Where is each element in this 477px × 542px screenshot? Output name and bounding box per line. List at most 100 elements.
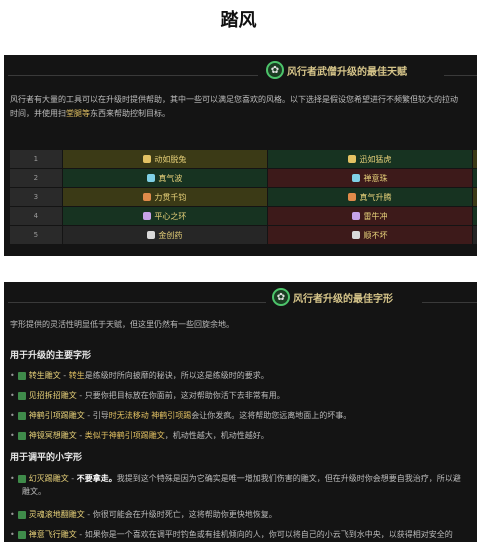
- talent-cell[interactable]: 迅如猛虎: [267, 150, 473, 168]
- talent-table: 1 动如脱兔 迅如猛虎 2 真气波 禅意珠 3 力贯千钧 真气升腾 4 平心之环 雷牛冲 5 金创药 顺不坏: [10, 150, 477, 245]
- talents-section-header: ✿ 风行者武僧升级的最佳天赋: [4, 55, 477, 85]
- talent-cell[interactable]: 真气升腾: [267, 188, 473, 206]
- glyph-desc: 我提到这个特殊是因为它确实是唯一增加我们伤害的雕文，但在升级时你会想要自我治疗，…: [116, 474, 461, 483]
- talent-cell-cutoff: [473, 207, 477, 225]
- header-divider-right: [444, 75, 477, 76]
- talent-name: 顺不坏: [363, 230, 388, 240]
- talent-cell-cutoff: [473, 150, 477, 168]
- talent-tier-number: 2: [10, 169, 62, 187]
- talent-icon: [348, 155, 357, 163]
- glyph-desc-highlight[interactable]: 时无法移动 神鹤引项踢: [109, 411, 192, 420]
- talent-name: 金创药: [158, 230, 183, 240]
- talent-name: 真气升腾: [359, 192, 392, 202]
- talent-cell[interactable]: 雷牛冲: [267, 207, 473, 225]
- talent-cell[interactable]: 金创药: [62, 226, 267, 244]
- glyph-icon: [17, 510, 26, 519]
- major-glyphs-heading: 用于升级的主要字形: [10, 351, 92, 361]
- talents-panel: ✿ 风行者武僧升级的最佳天赋 风行者有大量的工具可以在升级时提供帮助，其中一些可…: [4, 55, 477, 256]
- glyph-text: 神镜冥想雕文 - 类似于神鹤引项踢雕文，机动性越大，机动性越好。: [29, 430, 269, 441]
- talent-tier-number: 4: [10, 207, 62, 225]
- glyph-name[interactable]: 禅意飞行雕文: [29, 530, 77, 539]
- major-glyph-item: • 转生雕文 - 转生是练级时所向披靡的秘诀，所以这是练级时的要求。: [10, 370, 269, 381]
- talent-tier-number: 1: [10, 150, 62, 168]
- glyph-text: 见招拆招雕文 - 只要你把目标放在你面前，这对帮助你活下去非常有用。: [29, 390, 285, 401]
- talent-icon: [352, 174, 361, 182]
- talent-name: 力贯千钧: [154, 192, 187, 202]
- glyph-icon: [17, 391, 26, 400]
- minor-glyphs-heading: 用于调平的小字形: [10, 453, 83, 463]
- talent-name: 禅意珠: [363, 173, 388, 183]
- talent-cell-cutoff: [473, 169, 477, 187]
- header-divider-left: [8, 75, 258, 76]
- glyphs-panel: ✿ 风行者升级的最佳字形 字形提供的灵活性明显低于天赋，但这里仍然有一些回旋余地…: [4, 282, 477, 542]
- talent-cell[interactable]: 禅意珠: [267, 169, 473, 187]
- minor-glyph-item: • 禅意飞行雕文 - 如果你是一个喜欢在调平时钓鱼或有挂机倾向的人，你可以将自己的…: [10, 529, 453, 540]
- glyph-name[interactable]: 神鹤引项踢雕文: [29, 411, 85, 420]
- glyph-name[interactable]: 神镜冥想雕文: [29, 431, 77, 440]
- talent-tier-number: 3: [10, 188, 62, 206]
- page-title: 踏风: [220, 10, 257, 31]
- talent-icon: [352, 212, 361, 220]
- glyph-desc: 只要你把目标放在你面前，这对帮助你活下去非常有用。: [84, 391, 285, 400]
- glyph-name[interactable]: 见招拆招雕文: [29, 391, 77, 400]
- glyph-desc: 是练级时所向披靡的秘诀，所以这是练级时的要求。: [84, 371, 269, 380]
- talent-cell-cutoff: [473, 188, 477, 206]
- talent-name: 真气波: [158, 173, 183, 183]
- glyph-icon: [17, 371, 26, 380]
- talent-icon: [143, 155, 152, 163]
- talent-cell[interactable]: 力贯千钧: [62, 188, 267, 206]
- leg-sweep-link[interactable]: 堂腿等: [66, 109, 90, 118]
- talent-cell[interactable]: 顺不坏: [267, 226, 473, 244]
- glyph-desc: ，机动性越大，机动性越好。: [164, 431, 269, 440]
- talent-cell-cutoff: [473, 226, 477, 244]
- bullet-dot: •: [10, 474, 15, 483]
- talent-cell[interactable]: 动如脱兔: [62, 150, 267, 168]
- glyph-icon: [17, 530, 26, 539]
- glyph-desc: 会让你发疯。这将帮助您远离地面上的坏事。: [191, 411, 352, 420]
- glyph-text: 幻灭踢雕文 - 不要拿走。我提到这个特殊是因为它确实是唯一增加我们伤害的雕文，但…: [29, 473, 461, 484]
- glyphs-section-header: ✿ 风行者升级的最佳字形: [4, 282, 477, 312]
- glyph-separator: -: [84, 411, 93, 420]
- glyph-text: 灵魂滚地翻雕文 - 你很可能会在升级时死亡，这将帮助你更快地恢复。: [29, 509, 277, 520]
- monk-emblem-icon: ✿: [272, 288, 290, 306]
- minor-glyph-item: • 幻灭踢雕文 - 不要拿走。我提到这个特殊是因为它确实是唯一增加我们伤害的雕文，…: [10, 473, 461, 484]
- talent-row: 3 力贯千钧 真气升腾: [10, 188, 477, 206]
- glyph-desc: 你很可能会在升级时死亡，这将帮助你更快地恢复。: [92, 510, 277, 519]
- glyph-separator: -: [84, 510, 93, 519]
- glyph-icon: [17, 431, 26, 440]
- bullet-dot: •: [10, 411, 15, 420]
- glyph-separator: -: [76, 431, 85, 440]
- glyph-desc: 如果你是一个喜欢在调平时钓鱼或有挂机倾向的人，你可以将自己的小云飞到水中央，以获…: [84, 530, 453, 539]
- glyph-text: 禅意飞行雕文 - 如果你是一个喜欢在调平时钓鱼或有挂机倾向的人，你可以将自己的小…: [29, 529, 453, 540]
- header-divider-right: [422, 302, 477, 303]
- bullet-dot: •: [10, 391, 15, 400]
- glyph-desc-highlight[interactable]: 类似于神鹤引项踢雕文: [85, 431, 165, 440]
- glyph-desc-continued: 雕文。: [22, 487, 46, 496]
- glyph-warning: 不要拿走。: [76, 474, 117, 483]
- talents-intro-line1: 风行者有大量的工具可以在升级时提供帮助，其中一些可以满足您喜欢的风格。以下选择是…: [10, 95, 458, 104]
- glyph-icon: [17, 474, 26, 483]
- talent-icon: [348, 193, 357, 201]
- glyph-desc-pre: 引导: [92, 411, 109, 420]
- major-glyph-item: • 神鹤引项踢雕文 - 引导时无法移动 神鹤引项踢会让你发疯。这将帮助您远离地面上…: [10, 410, 351, 421]
- glyph-icon: [17, 411, 26, 420]
- bullet-dot: •: [10, 510, 15, 519]
- glyph-name[interactable]: 幻灭踢雕文: [29, 474, 69, 483]
- talent-cell[interactable]: 平心之环: [62, 207, 267, 225]
- talent-icon: [143, 212, 152, 220]
- talents-intro-line2: 时间，并使用扫堂腿等东西来帮助控制目标。: [10, 109, 170, 118]
- major-glyph-item: • 神镜冥想雕文 - 类似于神鹤引项踢雕文，机动性越大，机动性越好。: [10, 430, 269, 441]
- glyph-name[interactable]: 转生雕文: [29, 371, 61, 380]
- talent-name: 动如脱兔: [154, 154, 187, 164]
- glyph-name[interactable]: 灵魂滚地翻雕文: [29, 510, 85, 519]
- glyph-separator: -: [76, 391, 85, 400]
- talent-row: 5 金创药 顺不坏: [10, 226, 477, 244]
- talent-name: 迅如猛虎: [359, 154, 392, 164]
- talent-row: 4 平心之环 雷牛冲: [10, 207, 477, 225]
- bullet-dot: •: [10, 530, 15, 539]
- glyph-desc-highlight[interactable]: 转生: [69, 371, 85, 380]
- glyph-text: 神鹤引项踢雕文 - 引导时无法移动 神鹤引项踢会让你发疯。这将帮助您远离地面上的…: [29, 410, 352, 421]
- talent-cell[interactable]: 真气波: [62, 169, 267, 187]
- major-glyph-item: • 见招拆招雕文 - 只要你把目标放在你面前，这对帮助你活下去非常有用。: [10, 390, 285, 401]
- talent-icon: [143, 193, 152, 201]
